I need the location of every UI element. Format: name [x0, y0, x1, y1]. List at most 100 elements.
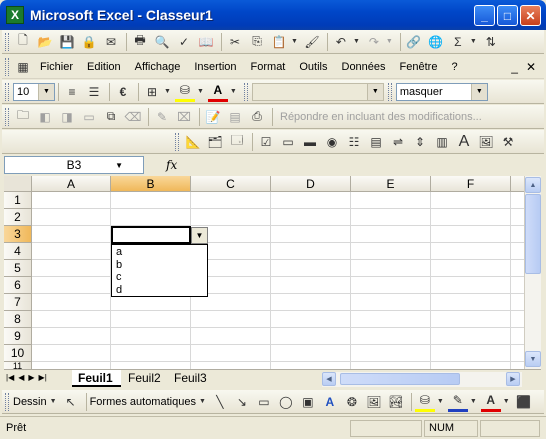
name-box[interactable]: B3 ▼ [4, 156, 144, 174]
validation-dropdown-list[interactable]: a b c d [111, 244, 208, 297]
paste-dropdown-icon[interactable]: ▼ [291, 38, 298, 45]
line-color-dropdown-icon[interactable]: ▼ [470, 398, 477, 405]
reviewing-pane-icon[interactable]: ▤ [225, 107, 245, 127]
spelling-icon[interactable]: ✓ [174, 32, 194, 52]
last-sheet-icon[interactable]: ▶| [39, 373, 47, 382]
column-header-d[interactable]: D [271, 176, 351, 192]
sheet-tab-feuil2[interactable]: Feuil2 [122, 370, 169, 387]
font-color-dropdown-icon[interactable]: ▼ [230, 88, 237, 95]
font-color-dropdown-icon[interactable]: ▼ [503, 398, 510, 405]
sort-ascending-icon[interactable]: ⇅ [481, 32, 501, 52]
properties-icon[interactable]: 🗂 [205, 132, 225, 152]
next-sheet-icon[interactable]: ▶ [28, 373, 34, 382]
column-header-g[interactable] [511, 176, 524, 192]
track-changes-icon[interactable]: 📝 [203, 107, 223, 127]
toolbar-grip[interactable] [175, 132, 179, 151]
menu-format[interactable]: Format [244, 61, 293, 73]
clipart-icon[interactable]: 🖼 [364, 392, 384, 412]
print-preview-icon[interactable]: 🔍 [152, 32, 172, 52]
ink-icon[interactable]: ✎ [152, 107, 172, 127]
toggle-button-icon[interactable]: ⇌ [388, 132, 408, 152]
redo-icon[interactable]: ↷ [364, 32, 384, 52]
line-color-icon[interactable]: ✎ [447, 392, 468, 412]
formula-input[interactable] [183, 156, 544, 174]
autoshapes-dropdown-icon[interactable]: ▼ [199, 398, 206, 405]
row-header-2[interactable]: 2 [4, 209, 32, 226]
toolbar-grip[interactable] [5, 32, 9, 51]
fill-color-icon[interactable]: ⛁ [414, 392, 435, 412]
vertical-scrollbar[interactable]: ▲ ▼ [524, 176, 541, 369]
diagram-icon[interactable]: ❂ [342, 392, 362, 412]
minimize-button[interactable]: _ [474, 5, 495, 26]
open-folder-icon[interactable]: 📂 [35, 32, 55, 52]
font-size-combo[interactable]: 10 ▼ [13, 82, 55, 101]
list-item[interactable]: c [116, 271, 207, 284]
toolbar-grip[interactable] [387, 82, 392, 101]
align-left-icon[interactable]: ≡ [62, 82, 82, 102]
toolbar-grip[interactable] [243, 82, 248, 101]
row-header-7[interactable]: 7 [4, 294, 32, 311]
menu-edition[interactable]: Edition [80, 61, 128, 73]
scroll-up-icon[interactable]: ▲ [525, 177, 541, 193]
line-icon[interactable]: ╲ [210, 392, 230, 412]
menu-fichier[interactable]: Fichier [33, 61, 80, 73]
row-header-11[interactable]: 11 [4, 362, 32, 369]
first-sheet-icon[interactable]: |◀ [6, 373, 14, 382]
euro-icon[interactable]: € [113, 82, 133, 102]
function-icon[interactable]: fx [166, 158, 177, 172]
horizontal-scrollbar[interactable]: ◀ ▶ [322, 372, 522, 387]
row-header-4[interactable]: 4 [4, 243, 32, 260]
paste-icon[interactable]: 📋 [269, 32, 289, 52]
cell-dropdown-arrow-icon[interactable]: ▼ [191, 227, 208, 244]
column-header-e[interactable]: E [351, 176, 431, 192]
undo-dropdown-icon[interactable]: ▼ [353, 38, 360, 45]
list-item[interactable]: a [116, 246, 207, 259]
3d-style-icon[interactable]: ⬛ [514, 392, 534, 412]
active-cell-b3[interactable] [111, 226, 191, 244]
fill-color-dropdown-icon[interactable]: ▼ [197, 88, 204, 95]
toolbar-grip[interactable] [5, 392, 9, 411]
spin-button-icon[interactable]: ⇕ [410, 132, 430, 152]
row-header-5[interactable]: 5 [4, 260, 32, 277]
checkbox-control-icon[interactable]: ☑ [256, 132, 276, 152]
column-header-f[interactable]: F [431, 176, 511, 192]
image-control-icon[interactable]: 🖼 [476, 132, 496, 152]
eraser-icon[interactable]: ⌧ [174, 107, 194, 127]
next-comment-icon[interactable]: ◨ [57, 107, 77, 127]
vertical-scroll-thumb[interactable] [525, 194, 541, 274]
previous-comment-icon[interactable]: ◧ [35, 107, 55, 127]
row-header-9[interactable]: 9 [4, 328, 32, 345]
fill-color-dropdown-icon[interactable]: ▼ [437, 398, 444, 405]
list-item[interactable]: d [116, 284, 207, 297]
draw-dropdown-icon[interactable]: ▼ [50, 398, 57, 405]
column-header-c[interactable]: C [191, 176, 271, 192]
show-all-comments-icon[interactable]: ⧉ [101, 107, 121, 127]
chevron-down-icon[interactable]: ▼ [366, 83, 383, 100]
chevron-down-icon[interactable]: ▼ [38, 83, 54, 100]
font-color-icon[interactable]: A [480, 392, 501, 412]
email-icon[interactable]: ✉ [101, 32, 121, 52]
web-icon[interactable]: 🌐 [426, 32, 446, 52]
scroll-right-icon[interactable]: ▶ [506, 372, 520, 386]
delete-comment-icon[interactable]: ⌫ [123, 107, 143, 127]
format-painter-icon[interactable]: 🖌 [302, 32, 322, 52]
textbox-icon[interactable]: ▣ [298, 392, 318, 412]
row-header-1[interactable]: 1 [4, 192, 32, 209]
reply-with-changes-button[interactable]: Répondre en incluant des modifications..… [280, 111, 482, 123]
autosum-dropdown-icon[interactable]: ▼ [470, 38, 477, 45]
fill-color-icon[interactable]: ⛁ [174, 82, 195, 102]
close-button[interactable]: ✕ [520, 5, 541, 26]
column-header-b[interactable]: B [111, 176, 191, 192]
select-all-corner[interactable] [4, 176, 32, 192]
button-control-icon[interactable]: ▬ [300, 132, 320, 152]
previous-sheet-icon[interactable]: ◀ [18, 373, 24, 382]
select-objects-icon[interactable]: ↖ [61, 392, 81, 412]
design-mode-icon[interactable]: 📐 [183, 132, 203, 152]
column-header-a[interactable]: A [32, 176, 111, 192]
autoshapes-menu-button[interactable]: Formes automatiques [90, 396, 196, 408]
sheet-tab-feuil3[interactable]: Feuil3 [168, 370, 215, 387]
menu-fenetre[interactable]: Fenêtre [393, 61, 445, 73]
wordart-icon[interactable]: A [320, 392, 340, 412]
picture-icon[interactable]: 🏞 [386, 392, 406, 412]
row-header-10[interactable]: 10 [4, 345, 32, 362]
